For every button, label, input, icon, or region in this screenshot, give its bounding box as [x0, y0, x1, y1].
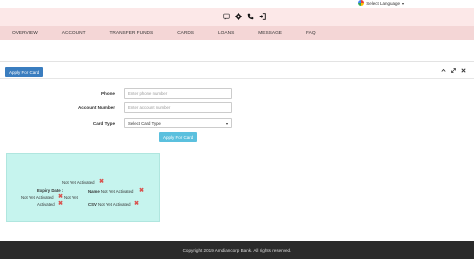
logout-icon[interactable]: [258, 12, 266, 20]
card-type-label: Card Type: [92, 121, 115, 126]
name-field: Name Not Yet Activated: [88, 189, 134, 194]
phone-row: Phone: [0, 88, 474, 100]
x-mark-icon: ✖: [134, 201, 140, 207]
gear-icon[interactable]: [234, 12, 242, 20]
language-label: Select Language: [366, 0, 400, 6]
x-mark-icon: ✖: [58, 194, 64, 200]
expiry-value-line3: Activated: [37, 202, 55, 207]
bottom-strip: [0, 259, 474, 264]
account-number-label: Account Number: [77, 105, 115, 110]
nav-item-message[interactable]: MESSAGE: [246, 31, 294, 36]
footer: Copyright 2019 Amdiancorp Bank. All righ…: [0, 241, 474, 259]
x-mark-icon: ✖: [139, 188, 145, 194]
chevron-down-icon: ▾: [225, 121, 228, 126]
apply-for-card-button[interactable]: Apply For Card: [5, 67, 44, 77]
expiry-value-line1: Not Yet Activated: [21, 195, 54, 200]
card-type-row: Card Type Select Card Type ▾: [0, 118, 474, 130]
nav-item-overview[interactable]: OVERVIEW: [0, 31, 50, 36]
expand-icon[interactable]: [450, 67, 456, 73]
phone-input[interactable]: [124, 88, 232, 99]
top-header: [0, 8, 474, 26]
submit-apply-button[interactable]: Apply For Card: [159, 132, 198, 142]
phone-icon[interactable]: [246, 12, 254, 20]
copyright-text: Copyright 2019 Amdiancorp Bank. All righ…: [182, 247, 292, 253]
language-selector[interactable]: Select Language ▾: [358, 0, 404, 6]
cvv-field: CSV Not Yet Activated: [88, 202, 131, 207]
card-type-selected: Select Card Type: [128, 120, 161, 126]
x-mark-icon: ✖: [99, 179, 105, 185]
card-status: Not Yet Activated: [62, 180, 95, 185]
nav-item-cards[interactable]: CARDS: [165, 31, 206, 36]
chevron-down-icon: ▾: [401, 0, 404, 6]
phone-label: Phone: [100, 91, 115, 96]
panel-tools: [440, 67, 466, 73]
close-icon[interactable]: [460, 67, 466, 73]
chat-icon[interactable]: [222, 12, 230, 20]
language-bar: Select Language ▾: [0, 0, 474, 8]
nav-item-transfer-funds[interactable]: TRANSFER FUNDS: [98, 31, 166, 36]
nav-item-loans[interactable]: LOANS: [206, 31, 246, 36]
header-icons: [222, 12, 266, 20]
card-type-select[interactable]: Select Card Type ▾: [124, 118, 232, 128]
account-row: Account Number: [0, 102, 474, 114]
expiry-value-line2: Not Yet: [64, 195, 78, 200]
google-logo-icon: [358, 0, 365, 6]
main-nav: OVERVIEW ACCOUNT TRANSFER FUNDS CARDS LO…: [0, 26, 474, 40]
x-mark-icon: ✖: [58, 201, 64, 207]
collapse-icon[interactable]: [440, 67, 446, 73]
panel-header: Apply For Card: [0, 62, 474, 79]
account-number-input[interactable]: [124, 102, 232, 113]
nav-item-faq[interactable]: FAQ: [294, 31, 328, 36]
spacer: [0, 40, 474, 59]
card-preview: Not Yet Activated ✖ Expiry Date : Not Ye…: [6, 153, 160, 222]
nav-item-account[interactable]: ACCOUNT: [50, 31, 98, 36]
